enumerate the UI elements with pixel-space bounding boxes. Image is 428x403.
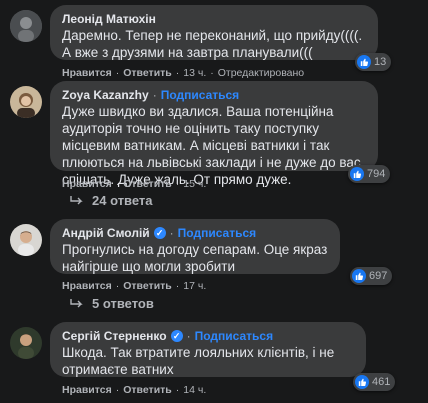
reaction-count[interactable]: 697: [350, 267, 393, 285]
replies-count: 5 ответов: [92, 296, 154, 311]
timestamp[interactable]: 17 ч.: [183, 280, 206, 292]
verified-badge-icon: ✓: [153, 227, 166, 239]
view-replies-link[interactable]: 5 ответов: [70, 296, 154, 311]
reply-link[interactable]: Ответить: [123, 178, 172, 190]
comment-author[interactable]: Леонід Матюхін: [62, 11, 156, 27]
view-replies-link[interactable]: 24 ответа: [70, 193, 153, 208]
avatar[interactable]: [10, 327, 42, 359]
reaction-number: 697: [369, 270, 388, 282]
comment-text: Прогнулись на догоду сепарам. Оце якраз …: [62, 242, 328, 274]
avatar[interactable]: [10, 86, 42, 118]
comment-bubble: Zoya Kazanzhy · Подписаться Дуже швидко …: [50, 81, 378, 187]
comment-text: Дуже швидко ви здалися. Ваша потенційна …: [62, 104, 361, 187]
comment-actions: Нравится · Ответить · 17 ч.: [62, 280, 207, 292]
comment-bubble: Андрій Смолій ✓ · Подписаться Прогнулись…: [50, 219, 340, 274]
like-link[interactable]: Нравится: [62, 67, 112, 79]
like-link[interactable]: Нравится: [62, 178, 112, 190]
like-reaction-icon: [355, 375, 369, 389]
comment-actions: Нравится · Ответить · 13 ч. · Отредактир…: [62, 67, 305, 79]
comment-author[interactable]: Андрій Смолій: [62, 225, 150, 241]
replies-count: 24 ответа: [92, 193, 153, 208]
follow-button[interactable]: Подписаться: [178, 225, 256, 241]
edited-label: Отредактировано: [217, 67, 305, 79]
reaction-number: 13: [374, 56, 387, 68]
timestamp[interactable]: 14 ч.: [183, 384, 206, 396]
like-reaction-icon: [350, 167, 364, 181]
comment-actions: Нравится · Ответить · 14 ч.: [62, 384, 207, 396]
reply-link[interactable]: Ответить: [123, 67, 172, 79]
reaction-number: 794: [367, 168, 386, 180]
reply-arrow-icon: [70, 298, 83, 307]
avatar[interactable]: [10, 224, 42, 256]
like-link[interactable]: Нравится: [62, 280, 112, 292]
reaction-count[interactable]: 13: [355, 53, 392, 71]
follow-button[interactable]: Подписаться: [161, 87, 239, 103]
timestamp[interactable]: 15 ч.: [183, 178, 206, 190]
reply-link[interactable]: Ответить: [123, 280, 172, 292]
comment-author[interactable]: Zoya Kazanzhy: [62, 87, 149, 103]
like-reaction-icon: [357, 55, 371, 69]
reaction-count[interactable]: 461: [353, 373, 396, 391]
comment-text: Шкода. Так втратите лояльних клієнтів, і…: [62, 345, 335, 377]
like-link[interactable]: Нравится: [62, 384, 112, 396]
verified-badge-icon: ✓: [170, 330, 183, 342]
avatar[interactable]: [10, 10, 42, 42]
comment-author[interactable]: Сергій Стерненко: [62, 328, 167, 344]
timestamp[interactable]: 13 ч.: [183, 67, 206, 79]
reaction-number: 461: [372, 376, 391, 388]
comment-text: Даремно. Тепер не переконаний, що прийду…: [62, 28, 363, 60]
reply-arrow-icon: [70, 195, 83, 204]
comment-bubble: Сергій Стерненко ✓ · Подписаться Шкода. …: [50, 322, 366, 377]
reaction-count[interactable]: 794: [348, 165, 391, 183]
comment-bubble: Леонід Матюхін Даремно. Тепер не перекон…: [50, 5, 378, 60]
like-reaction-icon: [352, 269, 366, 283]
reply-link[interactable]: Ответить: [123, 384, 172, 396]
follow-button[interactable]: Подписаться: [195, 328, 273, 344]
comment-actions: Нравится · Ответить · 15 ч.: [62, 178, 207, 190]
